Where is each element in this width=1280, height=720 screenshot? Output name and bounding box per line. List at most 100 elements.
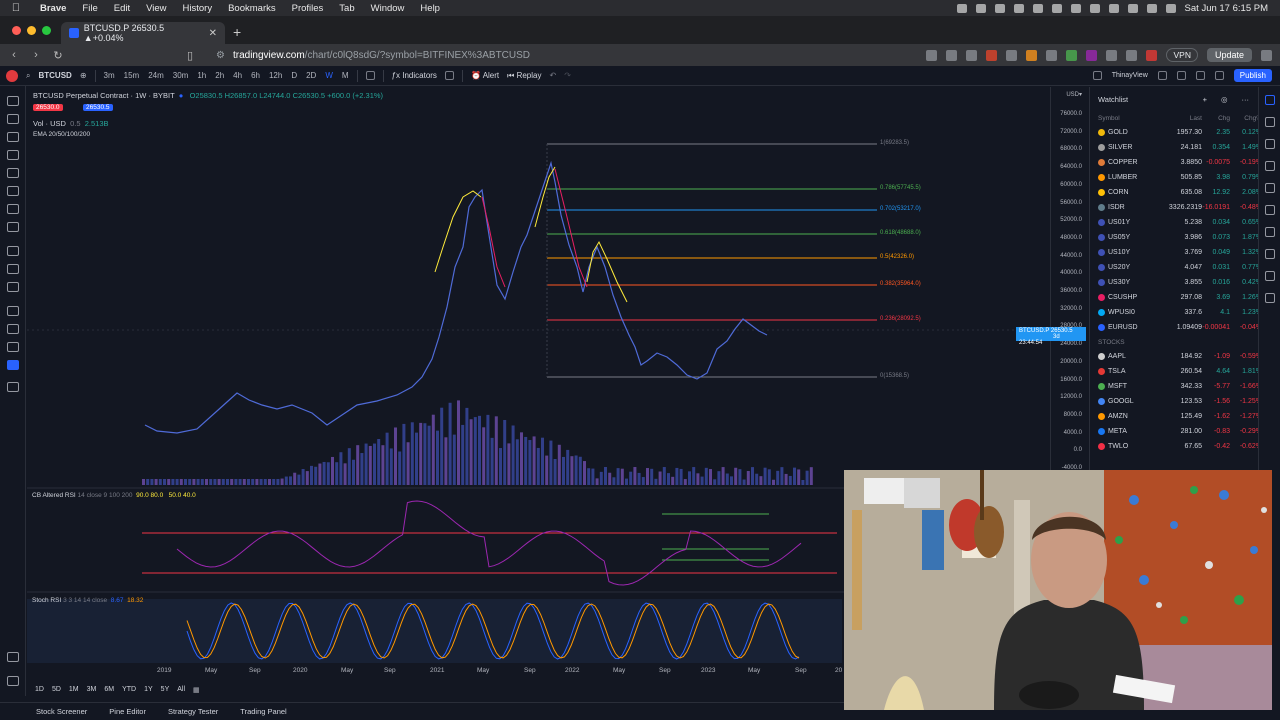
replay-button[interactable]: ⏮ Replay bbox=[507, 71, 541, 81]
url-field[interactable]: ⚙ tradingview.com/chart/c0lQ8sdG/?symbol… bbox=[206, 46, 826, 64]
watchlist-section-label[interactable]: STOCKS bbox=[1090, 335, 1257, 349]
apple-icon[interactable]:  bbox=[0, 2, 32, 14]
timeframe-4h[interactable]: 4h bbox=[233, 71, 242, 80]
extension-icon[interactable] bbox=[1026, 49, 1038, 61]
chats-icon[interactable] bbox=[1265, 249, 1275, 259]
update-button[interactable]: Update bbox=[1206, 48, 1252, 62]
timeframe-M[interactable]: M bbox=[342, 71, 349, 80]
watchlist-row-corn[interactable]: CORN 635.08 12.92 2.08% bbox=[1090, 185, 1262, 200]
shapes-tool-icon[interactable] bbox=[7, 222, 19, 232]
notifications-icon[interactable] bbox=[1265, 271, 1275, 281]
timeframe-2h[interactable]: 2h bbox=[215, 71, 224, 80]
alerts-icon[interactable] bbox=[1265, 117, 1275, 127]
range-5D[interactable]: 5D bbox=[52, 686, 61, 693]
status-icon[interactable] bbox=[1089, 3, 1100, 13]
crosshair-tool-icon[interactable] bbox=[7, 96, 19, 106]
watchlist-icon[interactable] bbox=[1265, 95, 1275, 105]
timeframe-12h[interactable]: 12h bbox=[269, 71, 282, 80]
trash-icon[interactable] bbox=[7, 382, 19, 392]
add-symbol-icon[interactable]: + bbox=[1203, 95, 1207, 104]
new-tab-button[interactable]: + bbox=[225, 24, 249, 44]
ideas-icon[interactable] bbox=[1265, 205, 1275, 215]
tab-stock-screener[interactable]: Stock Screener bbox=[36, 707, 87, 716]
calendar-icon[interactable] bbox=[1265, 183, 1275, 193]
brave-rewards-icon[interactable] bbox=[986, 49, 998, 61]
spotlight-icon[interactable] bbox=[1146, 3, 1157, 13]
watchlist-row-eurusd[interactable]: EURUSD 1.09409 -0.00041 -0.04% bbox=[1090, 320, 1262, 335]
redo-icon[interactable]: ↷ bbox=[564, 71, 571, 80]
compare-symbol-icon[interactable]: ⊕ bbox=[80, 71, 87, 80]
stoch-legend[interactable]: Stoch RSI 3 3 14 14 close 8.67 18.32 bbox=[32, 597, 143, 604]
status-icon[interactable] bbox=[956, 3, 967, 13]
brush-tool-icon[interactable] bbox=[7, 150, 19, 160]
ruler-tool-icon[interactable] bbox=[7, 246, 19, 256]
data-window-icon[interactable] bbox=[1265, 139, 1275, 149]
menu-edit[interactable]: Edit bbox=[106, 3, 138, 14]
layout-icon[interactable] bbox=[1092, 71, 1102, 80]
goto-date-icon[interactable]: ▦ bbox=[193, 686, 200, 694]
user-avatar[interactable] bbox=[6, 69, 18, 82]
settings-icon[interactable] bbox=[1176, 71, 1186, 80]
streams-icon[interactable] bbox=[1265, 227, 1275, 237]
stay-in-drawing-icon[interactable] bbox=[7, 342, 19, 352]
extension-icon[interactable] bbox=[1066, 49, 1078, 61]
menu-profiles[interactable]: Profiles bbox=[284, 3, 332, 14]
menu-app-name[interactable]: Brave bbox=[32, 3, 74, 14]
price-axis[interactable]: USD▾ 76000.0 72000.0 68000.0 64000.0 60000.0 5… bbox=[1050, 87, 1088, 487]
timeframe-1h[interactable]: 1h bbox=[197, 71, 206, 80]
watchlist-title[interactable]: Watchlist bbox=[1098, 95, 1128, 104]
watchlist-row-us30y[interactable]: US30Y 3.855 0.016 0.42% bbox=[1090, 275, 1262, 290]
more-icon[interactable]: ··· bbox=[1242, 95, 1250, 104]
col-last[interactable]: Last bbox=[1162, 115, 1202, 122]
timeframe-30m[interactable]: 30m bbox=[173, 71, 189, 80]
range-6M[interactable]: 6M bbox=[104, 686, 114, 693]
rsi-legend[interactable]: CB Altered RSI 14 close 9 100 200 90.0 8… bbox=[32, 492, 196, 499]
control-center-icon[interactable] bbox=[1165, 3, 1176, 13]
timeframe-D[interactable]: D bbox=[291, 71, 297, 80]
share-icon[interactable] bbox=[946, 49, 958, 61]
undo-icon[interactable]: ↶ bbox=[549, 71, 556, 80]
watchlist-row-us05y[interactable]: US05Y 3.986 0.073 1.87% bbox=[1090, 230, 1262, 245]
main-series-legend[interactable]: BTCUSD Perpetual Contract · 1W · BYBIT ●… bbox=[33, 91, 383, 100]
snapshot-icon[interactable] bbox=[1214, 71, 1224, 80]
prediction-tool-icon[interactable] bbox=[7, 204, 19, 214]
watchlist-row-csushp[interactable]: CSUSHP 297.08 3.69 1.26% bbox=[1090, 290, 1262, 305]
timeframe-15m[interactable]: 15m bbox=[124, 71, 140, 80]
ema-legend[interactable]: EMA 20/50/100/200 bbox=[33, 131, 90, 138]
help-icon[interactable] bbox=[1265, 293, 1275, 303]
bookmark-icon[interactable]: ▯ bbox=[184, 49, 196, 62]
alert-button[interactable]: ⏰ Alert bbox=[471, 71, 499, 80]
site-info-icon[interactable]: ⚙ bbox=[216, 50, 225, 61]
browser-tab[interactable]: BTCUSD.P 26530.5 ▲+0.04% ✕ bbox=[61, 22, 225, 44]
close-tab-icon[interactable]: ✕ bbox=[209, 28, 217, 39]
reload-icon[interactable]: ↻ bbox=[52, 49, 64, 62]
symbol-search-icon[interactable]: ⌕ bbox=[26, 71, 30, 81]
text-tool-icon[interactable] bbox=[7, 168, 19, 178]
menu-view[interactable]: View bbox=[138, 3, 174, 14]
watchlist-row-gold[interactable]: GOLD 1957.30 2.35 0.12% bbox=[1090, 125, 1262, 140]
status-icon[interactable] bbox=[994, 3, 1005, 13]
extensions-puzzle-icon[interactable] bbox=[1106, 49, 1118, 61]
symbol-field[interactable]: BTCUSD bbox=[38, 71, 71, 80]
zoom-in-tool-icon[interactable] bbox=[7, 264, 19, 274]
menubar-clock[interactable]: Sat Jun 17 6:15 PM bbox=[1185, 3, 1268, 14]
status-icon[interactable] bbox=[975, 3, 986, 13]
publish-button[interactable]: Publish bbox=[1233, 69, 1272, 82]
trend-line-tool-icon[interactable] bbox=[7, 114, 19, 124]
extension-icon[interactable] bbox=[1146, 49, 1158, 61]
advanced-view-icon[interactable]: ◎ bbox=[1221, 95, 1228, 104]
templates-icon[interactable] bbox=[444, 71, 454, 80]
extension-icon[interactable] bbox=[1006, 49, 1018, 61]
quick-search-icon[interactable] bbox=[1157, 71, 1167, 80]
forward-icon[interactable]: › bbox=[30, 49, 42, 61]
watchlist-row-us01y[interactable]: US01Y 5.238 0.034 0.65% bbox=[1090, 215, 1262, 230]
menu-tab[interactable]: Tab bbox=[331, 3, 362, 14]
menu-window[interactable]: Window bbox=[363, 3, 413, 14]
fib-tool-icon[interactable] bbox=[7, 132, 19, 142]
menu-help[interactable]: Help bbox=[412, 3, 448, 14]
range-YTD[interactable]: YTD bbox=[122, 686, 136, 693]
watchlist-row-meta[interactable]: META 281.00 -0.83 -0.29% bbox=[1090, 424, 1262, 439]
range-3M[interactable]: 3M bbox=[87, 686, 97, 693]
timeframe-3m[interactable]: 3m bbox=[104, 71, 115, 80]
col-chg[interactable]: Chg bbox=[1202, 115, 1230, 122]
